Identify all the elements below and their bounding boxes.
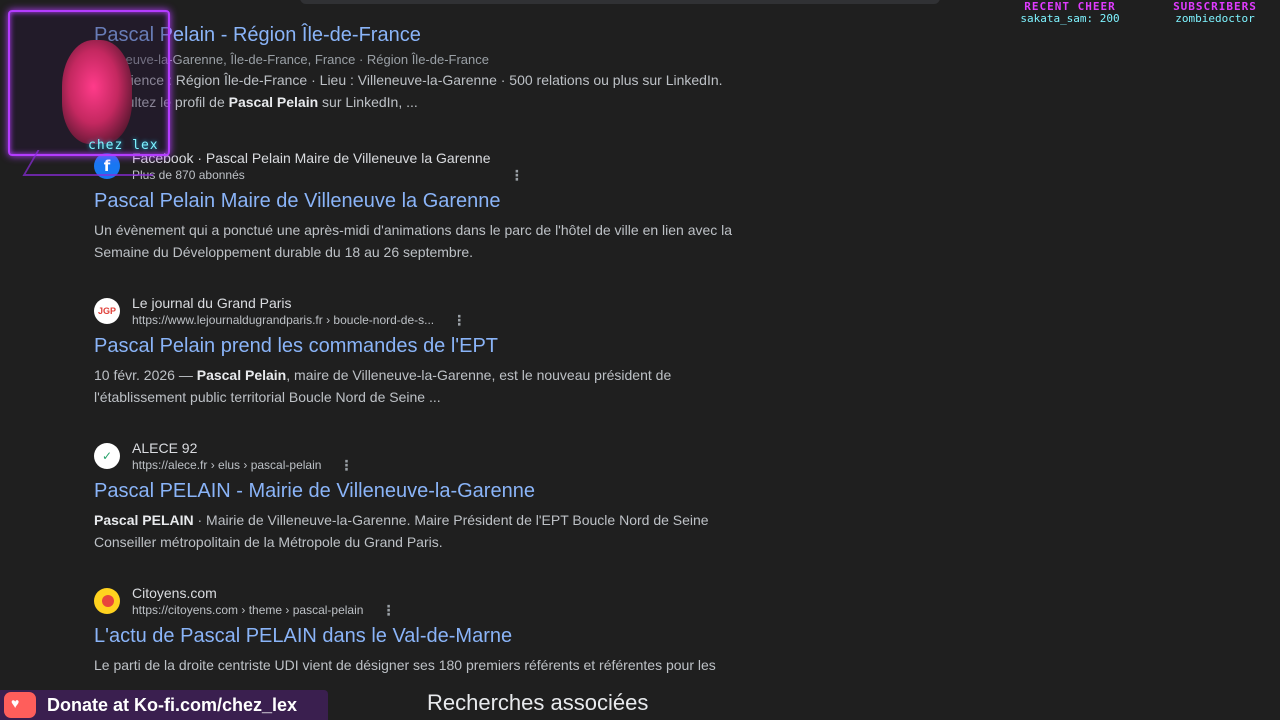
donate-text: Donate at Ko-fi.com/chez_lex [47,694,298,715]
recent-cheer-widget: RECENT CHEER sakata_sam: 200 [1010,1,1130,24]
alece-leaf-icon: ✓ [94,443,120,469]
result-title-link[interactable]: Pascal Pelain prend les commandes de l'E… [94,333,754,359]
result-source[interactable]: ✓ ALECE 92 https://alece.fr › elus › pas… [94,437,754,475]
subscribers-value: zombiedoctor [1175,12,1255,25]
result-snippet: Le parti de la droite centriste UDI vien… [94,657,716,682]
result-site-name: Le journal du Grand Paris [132,294,292,311]
webcam-overlay [8,10,170,156]
result-url-text: https://www.lejournaldugrandparis.fr › b… [132,312,435,327]
result-snippet: Un évènement qui a ponctué une après-mid… [94,222,733,260]
more-options-icon[interactable]: ⋮ [381,603,395,617]
result-meta: Villeneuve-la-Garenne, Île-de-France, Fr… [94,52,490,67]
result-source[interactable]: f Facebook · Pascal Pelain Maire de Vill… [94,147,754,185]
result-source[interactable]: JGP Le journal du Grand Paris https://ww… [94,292,754,330]
subscribers-label: SUBSCRIBERS [1173,0,1257,13]
result-source[interactable]: Citoyens.com https://citoyens.com › them… [94,582,754,620]
result-url: https://alece.fr › elus › pascal-pelain … [132,457,353,474]
result-snippet: Pascal PELAIN · Mairie de Villeneuve-la-… [94,512,709,550]
citoyens-logo-icon [94,588,120,614]
result-url: Plus de 870 abonnés ⋮ [132,167,524,184]
donate-banner[interactable]: Donate at Ko-fi.com/chez_lex [0,690,328,720]
more-options-icon[interactable]: ⋮ [452,313,466,327]
subscribers-widget: SUBSCRIBERS zombiedoctor [1170,1,1260,24]
result-url-text: https://citoyens.com › theme › pascal-pe… [132,602,364,617]
kofi-cup-icon [4,692,36,718]
search-result: Pascal Pelain - Région Île-de-France Vil… [94,22,754,113]
result-title-link[interactable]: L'actu de Pascal PELAIN dans le Val-de-M… [94,623,754,649]
streamer-avatar [62,40,132,144]
result-url: https://citoyens.com › theme › pascal-pe… [132,602,395,619]
result-site-name: Citoyens.com [132,584,217,601]
result-title-link[interactable]: Pascal PELAIN - Mairie de Villeneuve-la-… [94,478,754,504]
search-result: JGP Le journal du Grand Paris https://ww… [94,292,754,408]
result-snippet: Expérience : Région Île-de-France · Lieu… [94,72,723,110]
result-title-link[interactable]: Pascal Pelain Maire de Villeneuve la Gar… [94,188,754,214]
jgp-logo-icon: JGP [94,298,120,324]
related-searches-heading: Recherches associées [427,690,649,715]
search-result: f Facebook · Pascal Pelain Maire de Vill… [94,147,754,263]
result-snippet: 10 févr. 2026 — Pascal Pelain, maire de … [94,367,672,405]
more-options-icon[interactable]: ⋮ [510,168,524,182]
result-site-name: ALECE 92 [132,439,198,456]
recent-cheer-value: sakata_sam: 200 [1020,12,1120,25]
result-site-name: Facebook · Pascal Pelain Maire de Villen… [132,149,491,166]
result-url-text: https://alece.fr › elus › pascal-pelain [132,457,322,472]
webcam-label: chez lex [88,138,159,153]
screen: Pascal Pelain - Région Île-de-France Vil… [0,0,1280,720]
result-title-link[interactable]: Pascal Pelain - Région Île-de-France [94,22,754,48]
more-options-icon[interactable]: ⋮ [339,458,353,472]
search-result: Citoyens.com https://citoyens.com › them… [94,582,754,682]
search-result: ✓ ALECE 92 https://alece.fr › elus › pas… [94,437,754,553]
recent-cheer-label: RECENT CHEER [1024,0,1116,13]
result-url: https://www.lejournaldugrandparis.fr › b… [132,312,466,329]
search-bar-edge[interactable] [300,0,940,4]
webcam-decoration [22,150,168,176]
